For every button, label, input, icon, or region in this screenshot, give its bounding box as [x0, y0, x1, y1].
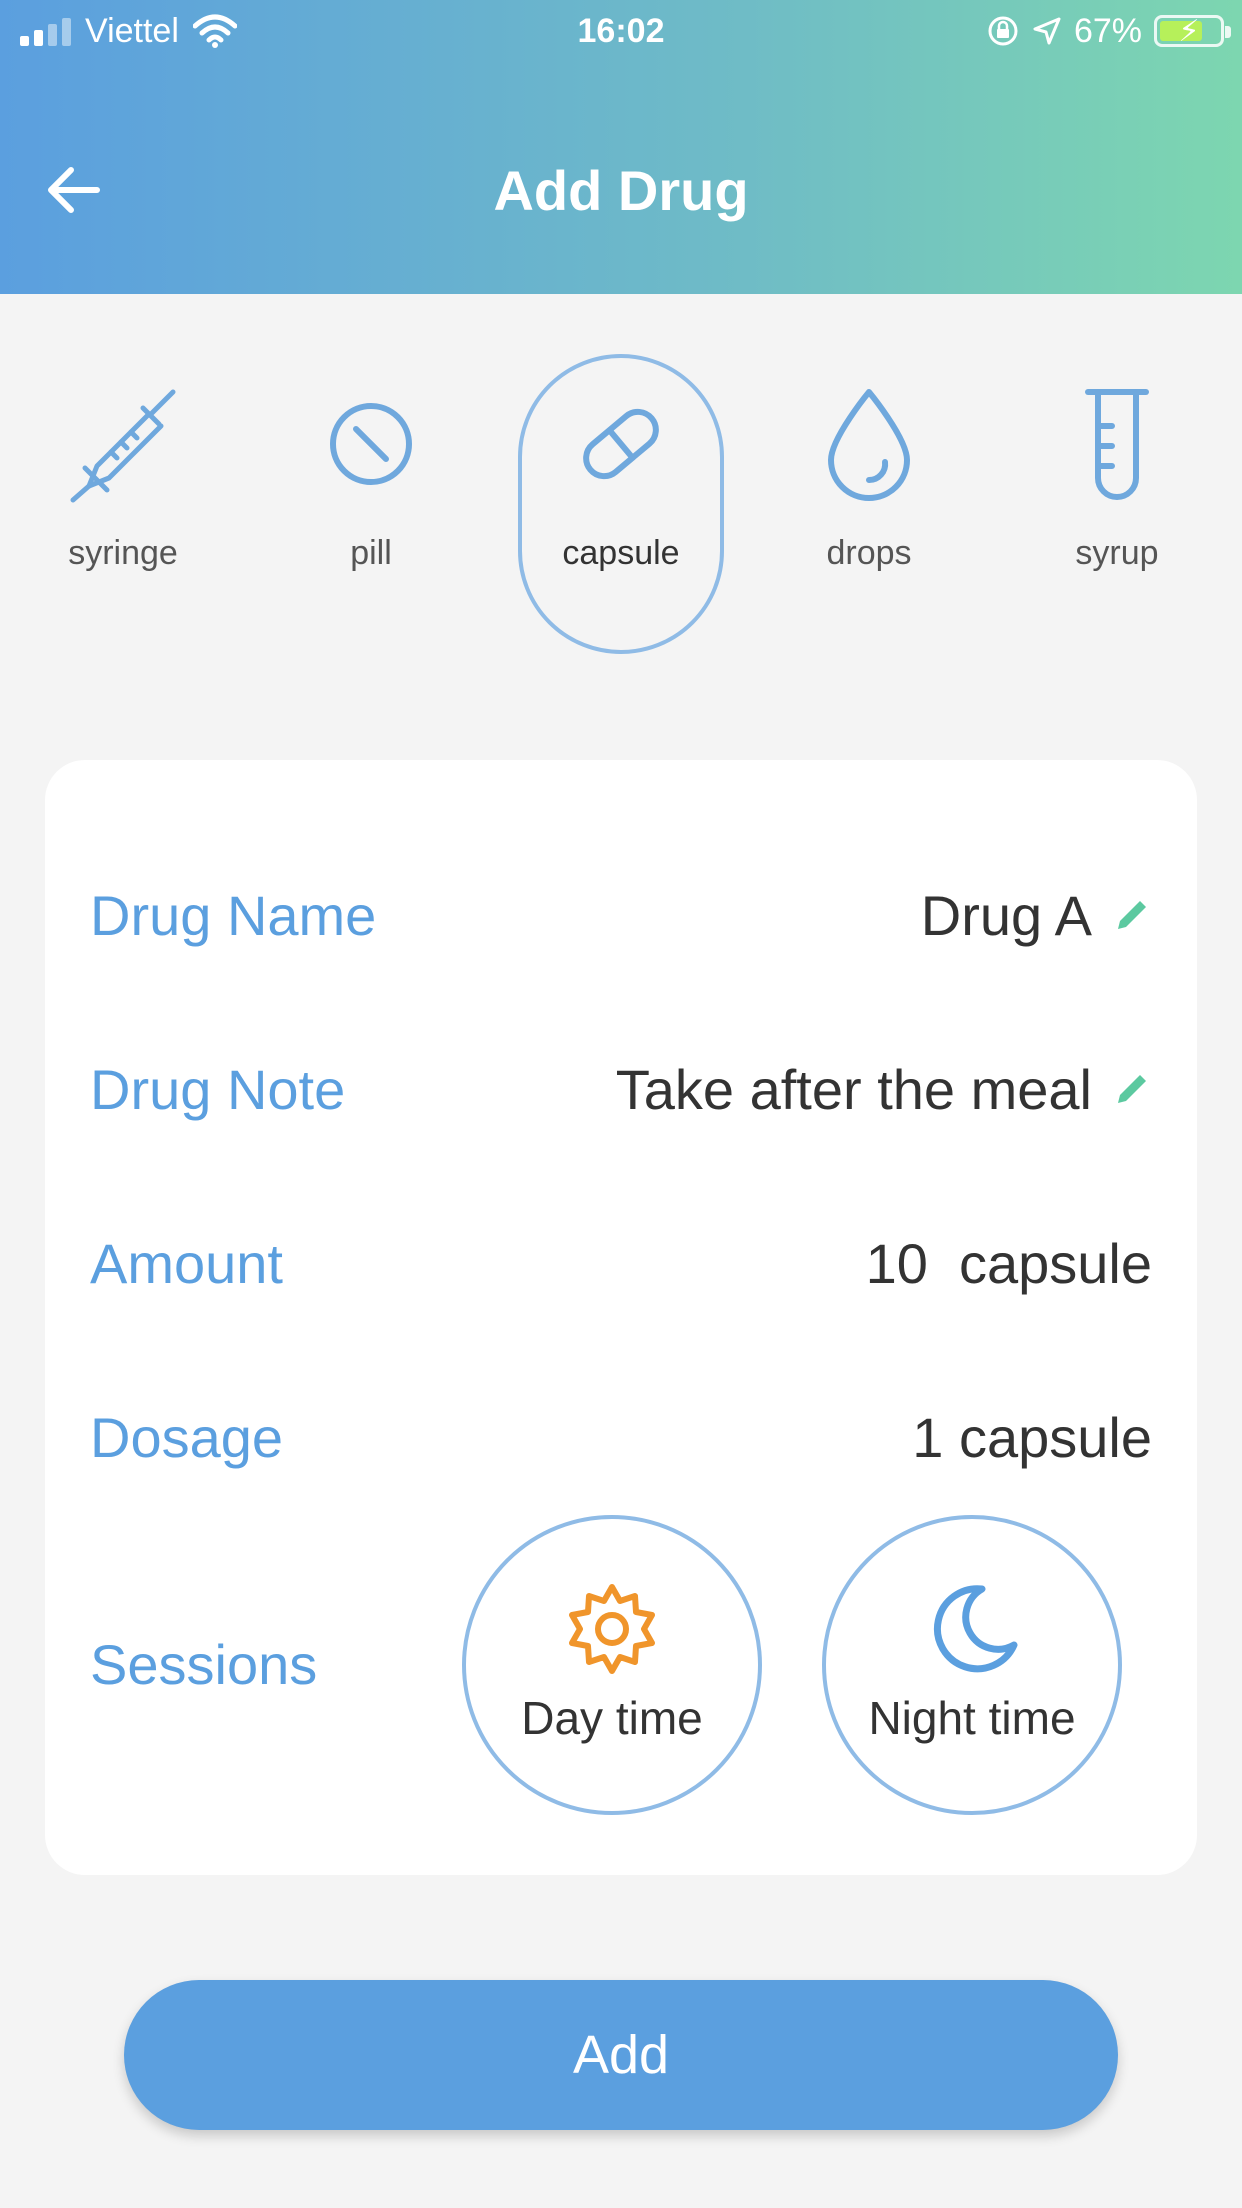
type-label: pill	[350, 534, 392, 572]
drug-type-selector: syringe pill capsule drops syrup	[0, 354, 1242, 654]
pill-icon	[330, 403, 412, 485]
location-icon	[1033, 17, 1061, 45]
type-pill[interactable]: pill	[268, 354, 474, 654]
drug-form-card: Drug Name Drug A Drug Note Take after th…	[45, 760, 1197, 1875]
syringe-icon	[70, 389, 176, 503]
session-day-button[interactable]: Day time	[462, 1515, 762, 1815]
type-label: drops	[826, 534, 912, 572]
sessions-label: Sessions	[90, 1633, 318, 1696]
app-header: Viettel 16:02 67% ⚡ Add Drug	[0, 0, 1242, 294]
capsule-icon	[583, 408, 659, 480]
status-right: 67% ⚡	[986, 10, 1231, 52]
edit-pencil-icon[interactable]	[1112, 1069, 1152, 1109]
status-bar: Viettel 16:02 67% ⚡	[0, 0, 1242, 62]
battery-percent: 67%	[1073, 11, 1142, 50]
dosage-row[interactable]: Dosage 1 capsule	[90, 1392, 1152, 1482]
type-label: syringe	[68, 534, 178, 572]
drug-name-label: Drug Name	[90, 883, 377, 947]
page-title: Add Drug	[493, 159, 749, 222]
drug-note-value: Take after the meal	[615, 1057, 1092, 1121]
dosage-value: 1 capsule	[912, 1405, 1152, 1469]
rotation-lock-icon	[988, 16, 1018, 46]
type-syrup[interactable]: syrup	[1014, 354, 1220, 654]
battery-icon: ⚡	[1154, 15, 1231, 48]
amount-label: Amount	[90, 1231, 283, 1295]
drop-icon	[828, 389, 910, 501]
type-capsule[interactable]: capsule	[518, 354, 724, 654]
drug-note-label: Drug Note	[90, 1057, 346, 1121]
amount-row[interactable]: Amount 10 capsule	[90, 1218, 1152, 1308]
dosage-label: Dosage	[90, 1405, 284, 1469]
session-night-button[interactable]: Night time	[822, 1515, 1122, 1815]
session-night-label: Night time	[868, 1692, 1076, 1744]
type-syringe[interactable]: syringe	[20, 354, 226, 654]
type-label: syrup	[1075, 534, 1159, 572]
session-day-label: Day time	[521, 1692, 703, 1744]
type-label: capsule	[562, 534, 680, 572]
moon-icon	[933, 1585, 1018, 1673]
test-tube-icon	[1085, 389, 1149, 500]
drug-note-row[interactable]: Drug Note Take after the meal	[90, 1044, 1152, 1134]
add-button[interactable]: Add	[124, 1980, 1118, 2130]
drug-name-row[interactable]: Drug Name Drug A	[90, 870, 1152, 960]
drug-name-value: Drug A	[920, 883, 1092, 947]
type-drops[interactable]: drops	[766, 354, 972, 654]
edit-pencil-icon[interactable]	[1112, 895, 1152, 935]
sun-icon	[569, 1584, 655, 1674]
amount-value: 10 capsule	[865, 1231, 1152, 1295]
